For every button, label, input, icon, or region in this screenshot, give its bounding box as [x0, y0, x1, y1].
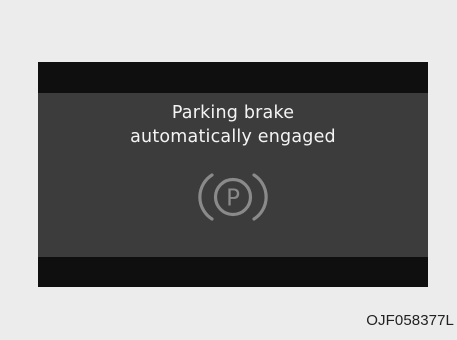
display-bottom-bar — [38, 257, 428, 287]
parking-brake-letter: P — [226, 186, 240, 212]
message-line-2: automatically engaged — [130, 127, 336, 147]
cluster-display: Parking brake automatically engaged P — [38, 62, 428, 287]
warning-message: Parking brake automatically engaged — [38, 101, 428, 149]
display-top-bar — [38, 62, 428, 93]
message-line-1: Parking brake — [171, 103, 295, 123]
figure-code: OJF058377L — [366, 312, 454, 329]
parking-brake-icon: P — [196, 170, 270, 224]
